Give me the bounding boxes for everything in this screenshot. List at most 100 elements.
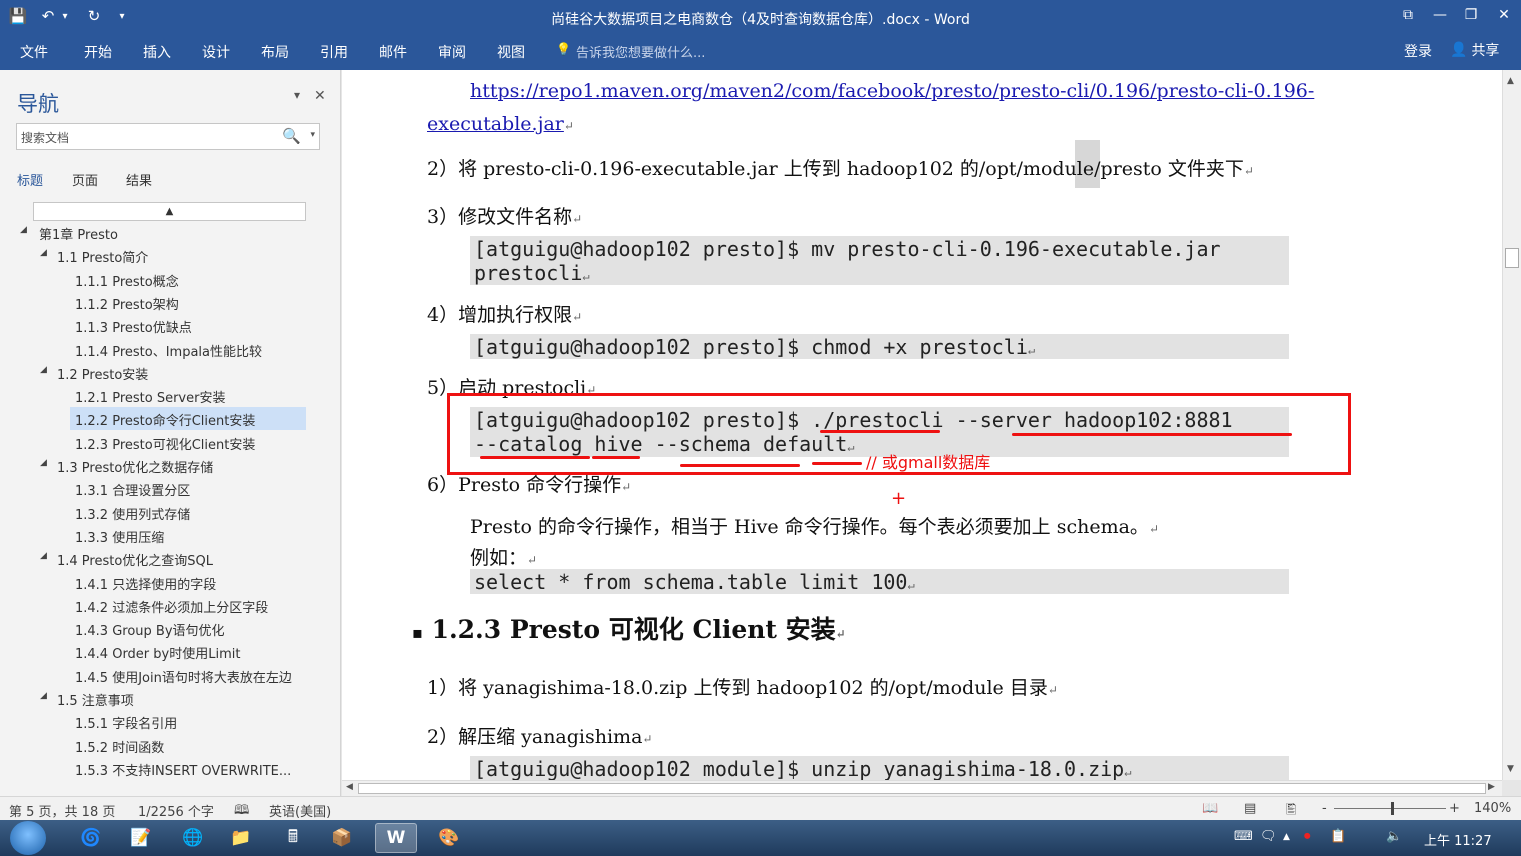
- nav-heading-item[interactable]: 1.3.1 合理设置分区: [0, 477, 341, 500]
- link-line-1[interactable]: https://repo1.maven.org/maven2/com/faceb…: [470, 80, 1314, 102]
- nav-heading-item[interactable]: 1.2.3 Presto可视化Client安装: [0, 431, 341, 454]
- scroll-up-icon[interactable]: ▲: [1507, 76, 1514, 86]
- nav-heading-item[interactable]: 1.4.3 Group By语句优化: [0, 617, 341, 640]
- nav-tab-pages[interactable]: 页面: [72, 170, 98, 189]
- nav-heading-item[interactable]: ◢ 1.1 Presto简介: [0, 244, 341, 267]
- nav-heading-item[interactable]: ◢ 1.5 注意事项: [0, 687, 341, 710]
- keyboard-icon[interactable]: ⌨: [1234, 829, 1253, 844]
- taskbar-notepad-icon[interactable]: 📝: [120, 823, 162, 853]
- nav-heading-item[interactable]: 1.3.3 使用压缩: [0, 524, 341, 547]
- taskbar-app-5-icon[interactable]: 🖩: [272, 823, 314, 853]
- nav-heading-label: 1.3 Presto优化之数据存储: [57, 461, 214, 476]
- horizontal-scrollbar[interactable]: ◀ ▶: [342, 780, 1502, 796]
- nav-heading-item[interactable]: 1.4.5 使用Join语句时将大表放在左边: [0, 664, 341, 687]
- share-button[interactable]: 👤 共享: [1450, 40, 1499, 60]
- nav-tab-results[interactable]: 结果: [126, 170, 152, 189]
- nav-options-icon[interactable]: ▾: [294, 88, 300, 102]
- nav-heading-item[interactable]: 1.2.1 Presto Server安装: [0, 384, 341, 407]
- nav-tab-headings[interactable]: 标题: [17, 170, 43, 189]
- zoom-out-button[interactable]: -: [1322, 801, 1327, 816]
- scroll-down-icon[interactable]: ▼: [1507, 764, 1514, 774]
- close-icon[interactable]: ✕: [1490, 4, 1518, 26]
- nav-heading-item[interactable]: ◢ 第1章 Presto: [0, 221, 341, 244]
- nav-heading-item[interactable]: 1.1.3 Presto优缺点: [0, 314, 341, 337]
- read-mode-icon[interactable]: 📖: [1202, 801, 1218, 816]
- start-button[interactable]: [10, 821, 46, 855]
- nav-heading-item[interactable]: 1.4.2 过滤条件必须加上分区字段: [0, 594, 341, 617]
- tab-design[interactable]: 设计: [202, 42, 230, 62]
- search-document-input[interactable]: 搜索文档 🔍 ▾: [16, 123, 320, 150]
- maximize-icon[interactable]: ❐: [1457, 4, 1485, 26]
- red-underline-prestocli: [820, 430, 940, 433]
- word-count[interactable]: 1/2256 个字: [138, 801, 214, 820]
- minimize-icon[interactable]: —: [1426, 4, 1454, 26]
- show-hidden-icons-icon[interactable]: ▲: [1283, 832, 1290, 842]
- nav-heading-label: 1.1.3 Presto优缺点: [75, 321, 192, 337]
- nav-heading-item[interactable]: 1.5.1 字段名引用: [0, 710, 341, 733]
- document-page[interactable]: https://repo1.maven.org/maven2/com/faceb…: [342, 70, 1502, 780]
- tab-view[interactable]: 视图: [497, 42, 525, 62]
- record-icon[interactable]: ⏺: [1304, 829, 1311, 844]
- nav-heading-item[interactable]: 1.5.3 不支持INSERT OVERWRITE...: [0, 757, 341, 780]
- nav-heading-item[interactable]: ◢ 1.2 Presto安装: [0, 361, 341, 384]
- nav-heading-label: 1.5.1 字段名引用: [75, 717, 178, 733]
- tell-me-box[interactable]: 告诉我您想要做什么...: [576, 42, 705, 61]
- nav-heading-label: 1.4.4 Order by时使用Limit: [75, 647, 241, 663]
- tab-home[interactable]: 开始: [84, 42, 112, 62]
- expand-arrow-icon[interactable]: ◢: [40, 691, 47, 701]
- nav-heading-item[interactable]: 1.5.2 时间函数: [0, 734, 341, 757]
- tab-layout[interactable]: 布局: [261, 42, 289, 62]
- zoom-level[interactable]: 140%: [1474, 801, 1511, 816]
- expand-arrow-icon[interactable]: ◢: [40, 458, 47, 468]
- install-step-2: 2）解压缩 yanagishima↵: [427, 726, 653, 748]
- page-count[interactable]: 第 5 页，共 18 页: [9, 801, 115, 820]
- tab-file[interactable]: 文件: [20, 42, 48, 62]
- taskbar-paint-icon[interactable]: 🎨: [428, 823, 470, 853]
- language-status[interactable]: 英语(美国): [269, 801, 331, 820]
- nav-heading-item[interactable]: ◢ 1.3 Presto优化之数据存储: [0, 454, 341, 477]
- sign-in-link[interactable]: 登录: [1404, 41, 1432, 61]
- taskbar-chrome-icon[interactable]: 🌐: [172, 823, 214, 853]
- clock[interactable]: 上午 11:27: [1424, 830, 1492, 849]
- red-underline-server: [1012, 433, 1292, 436]
- clipboard-icon[interactable]: 📋: [1330, 829, 1346, 844]
- taskbar-explorer-icon[interactable]: 📁: [220, 823, 262, 853]
- expand-arrow-icon[interactable]: ◢: [40, 365, 47, 375]
- red-underline-catalog: [480, 456, 590, 459]
- link-line-2[interactable]: executable.jar↵: [427, 113, 574, 135]
- nav-heading-item[interactable]: 1.4.1 只选择使用的字段: [0, 571, 341, 594]
- search-icon[interactable]: 🔍: [282, 127, 301, 145]
- print-layout-icon[interactable]: ▤: [1244, 801, 1256, 816]
- volume-icon[interactable]: 🔈: [1386, 829, 1402, 844]
- horizontal-scroll-thumb[interactable]: [358, 783, 1486, 794]
- nav-heading-item[interactable]: 1.1.4 Presto、Impala性能比较: [0, 338, 341, 361]
- nav-close-icon[interactable]: ✕: [314, 88, 326, 104]
- taskbar-word-icon[interactable]: W: [375, 823, 417, 853]
- nav-heading-item[interactable]: 1.3.2 使用列式存储: [0, 501, 341, 524]
- expand-arrow-icon[interactable]: ◢: [20, 225, 27, 235]
- search-dropdown-icon[interactable]: ▾: [310, 130, 315, 140]
- chat-icon[interactable]: 🗨: [1260, 829, 1277, 844]
- nav-heading-item[interactable]: 1.2.2 Presto命令行Client安装: [0, 407, 341, 431]
- tab-references[interactable]: 引用: [320, 42, 348, 62]
- collapse-all-button[interactable]: ▲: [33, 202, 306, 221]
- nav-heading-item[interactable]: 1.4.4 Order by时使用Limit: [0, 640, 341, 663]
- taskbar-app-1-icon[interactable]: 🌀: [70, 823, 112, 853]
- tab-mailings[interactable]: 邮件: [379, 42, 407, 62]
- nav-heading-item[interactable]: 1.1.2 Presto架构: [0, 291, 341, 314]
- vertical-scroll-thumb[interactable]: [1505, 248, 1519, 268]
- expand-arrow-icon[interactable]: ◢: [40, 248, 47, 258]
- scroll-left-icon[interactable]: ◀: [346, 782, 353, 792]
- nav-heading-item[interactable]: ◢ 1.4 Presto优化之查询SQL: [0, 547, 341, 570]
- zoom-slider-thumb[interactable]: [1390, 802, 1394, 815]
- scroll-right-icon[interactable]: ▶: [1488, 782, 1495, 792]
- zoom-in-button[interactable]: +: [1449, 801, 1460, 816]
- ribbon-display-icon[interactable]: ⧉: [1394, 4, 1422, 26]
- nav-heading-item[interactable]: 1.1.1 Presto概念: [0, 268, 341, 291]
- vertical-scrollbar[interactable]: ▲ ▼: [1502, 70, 1521, 780]
- code-block-mv: [atguigu@hadoop102 presto]$ mv presto-cl…: [470, 236, 1289, 285]
- tab-review[interactable]: 审阅: [438, 42, 466, 62]
- tab-insert[interactable]: 插入: [143, 42, 171, 62]
- expand-arrow-icon[interactable]: ◢: [40, 551, 47, 561]
- taskbar-app-6-icon[interactable]: 📦: [321, 823, 363, 853]
